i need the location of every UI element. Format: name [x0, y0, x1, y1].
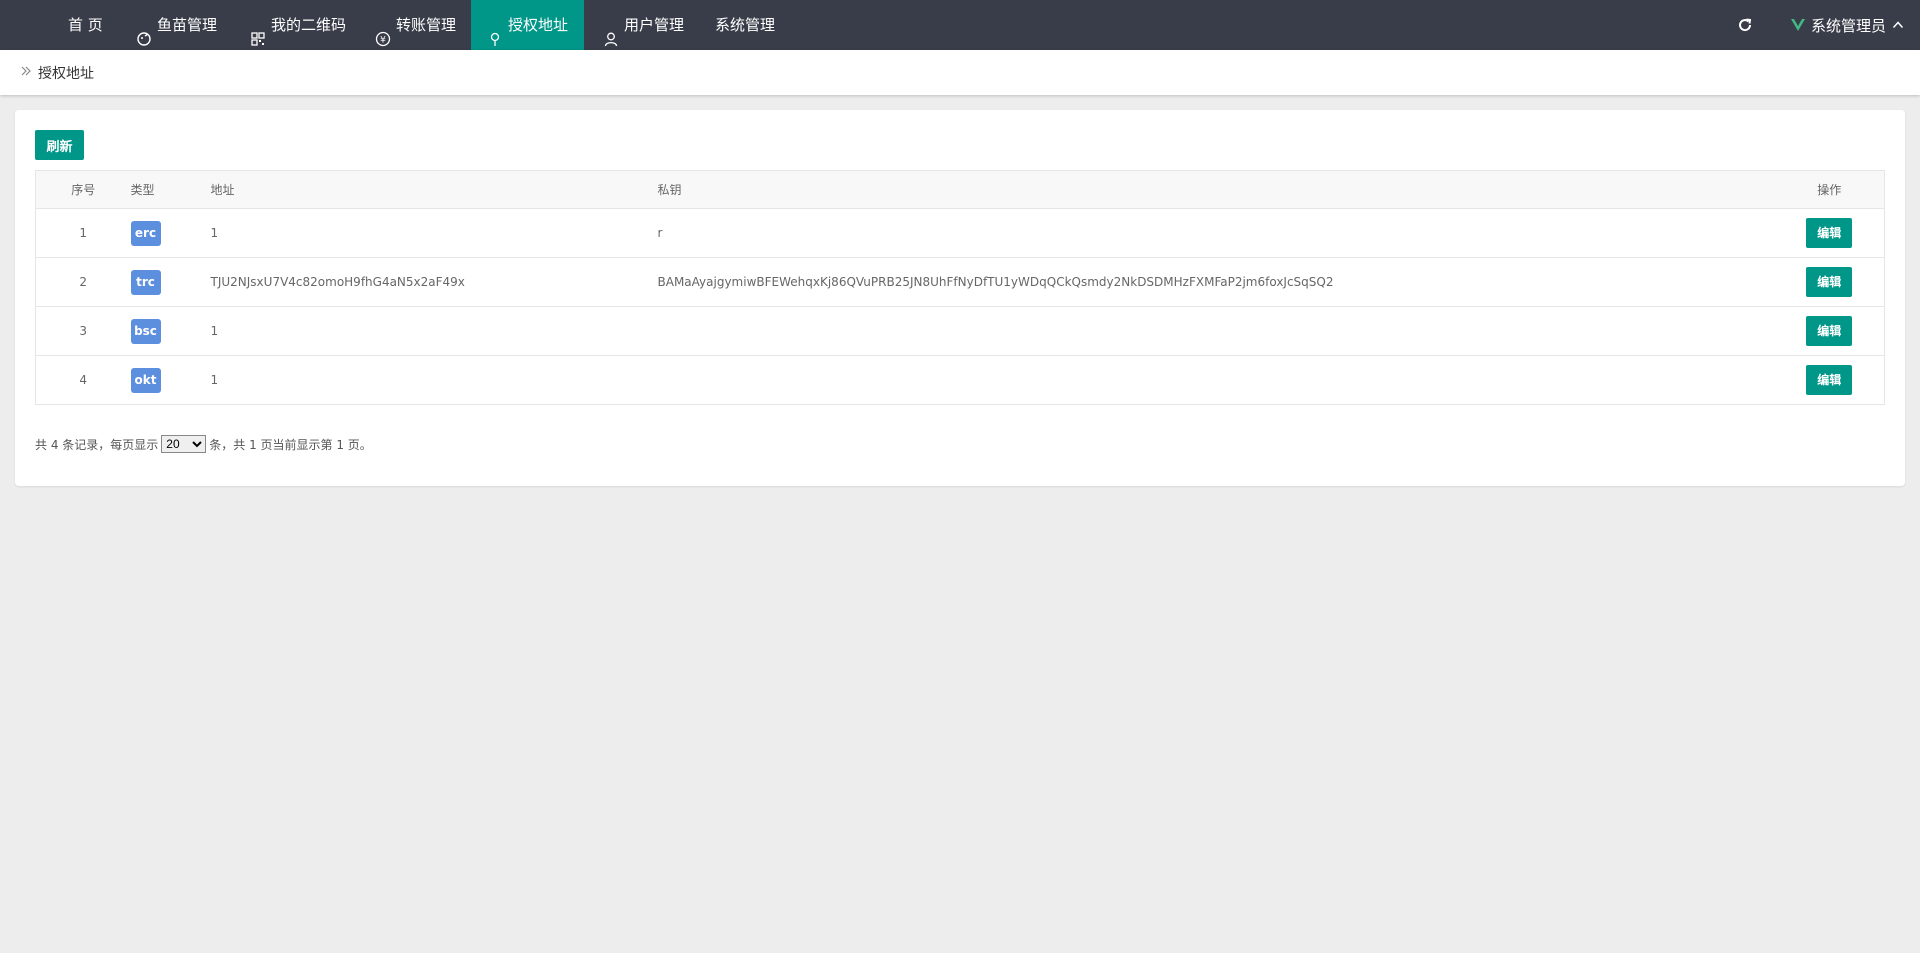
- page-size-select[interactable]: 20: [161, 435, 207, 453]
- refresh-icon[interactable]: [1737, 0, 1753, 50]
- type-badge: erc: [130, 220, 161, 246]
- table-row: 4 okt 1 编辑: [35, 355, 1885, 405]
- nav-item-system[interactable]: 系统管理: [715, 0, 775, 50]
- table-row: 3 bsc 1 编辑: [35, 306, 1885, 356]
- cell-idx: 1: [35, 208, 131, 258]
- location-pin-icon: [487, 17, 503, 46]
- vue-logo-icon: [1790, 17, 1806, 33]
- cell-private-key: r: [657, 208, 1775, 258]
- nav-item-auth-address[interactable]: 授权地址: [471, 0, 584, 50]
- nav-item-label: 首 页: [68, 16, 103, 34]
- cell-operation: 编辑: [1774, 355, 1885, 405]
- cell-idx: 4: [35, 355, 131, 405]
- fish-icon: [136, 17, 152, 46]
- svg-text:¥: ¥: [380, 36, 386, 46]
- chevron-up-icon: [1892, 19, 1904, 31]
- cell-type: okt: [130, 355, 211, 405]
- auth-address-table: 序号 类型 地址 私钥 操作 1 erc 1 r 编辑 2 trc TJU2NJ…: [35, 170, 1885, 405]
- user-icon: [603, 17, 619, 47]
- cell-address: 1: [210, 208, 658, 258]
- nav-item-label: 鱼苗管理: [157, 16, 218, 34]
- table-row: 2 trc TJU2NJsxU7V4c82omoH9fhG4aN5x2aF49x…: [35, 257, 1885, 307]
- breadcrumb: 授权地址: [0, 50, 1920, 95]
- nav-item-label: 授权地址: [507, 16, 568, 34]
- type-badge: trc: [130, 269, 161, 295]
- nav-item-label: 用户管理: [624, 16, 685, 34]
- top-nav-bar: 首 页 鱼苗管理 我的二维码 ¥ 转账管理 授权地址 用户管理 系统管理 系统管…: [0, 0, 1920, 50]
- type-badge: bsc: [130, 318, 161, 344]
- header-private-key: 私钥: [657, 170, 1775, 209]
- edit-button[interactable]: 编辑: [1806, 218, 1853, 248]
- nav-item-label: 我的二维码: [271, 16, 347, 34]
- header-address: 地址: [210, 170, 658, 209]
- cell-private-key: [657, 355, 1775, 405]
- edit-button[interactable]: 编辑: [1806, 365, 1853, 395]
- pagination: 共 4 条记录，每页显示 20 条，共 1 页当前显示第 1 页。: [35, 435, 372, 453]
- cell-idx: 3: [35, 306, 131, 356]
- nav-item-label: 转账管理: [396, 16, 457, 34]
- table-header-row: 序号 类型 地址 私钥 操作: [35, 170, 1885, 209]
- cell-address: 1: [210, 306, 658, 356]
- qrcode-icon: [250, 17, 266, 46]
- header-idx: 序号: [35, 170, 131, 209]
- nav-item-qrcode[interactable]: 我的二维码: [250, 0, 346, 50]
- cell-idx: 2: [35, 257, 131, 307]
- type-badge: okt: [130, 367, 161, 393]
- nav-item-home[interactable]: 首 页: [68, 0, 103, 50]
- double-chevron-right-icon: [20, 65, 32, 81]
- edit-button[interactable]: 编辑: [1806, 267, 1853, 297]
- user-menu[interactable]: 系统管理员: [1790, 0, 1904, 50]
- cell-operation: 编辑: [1774, 306, 1885, 356]
- pager-suffix: 条，共 1 页当前显示第 1 页。: [209, 437, 372, 452]
- cell-operation: 编辑: [1774, 208, 1885, 258]
- header-operation: 操作: [1774, 170, 1885, 209]
- nav-item-transfer[interactable]: ¥ 转账管理: [375, 0, 456, 50]
- nav-item-fish[interactable]: 鱼苗管理: [136, 0, 217, 50]
- header-type: 类型: [130, 170, 211, 209]
- edit-button[interactable]: 编辑: [1806, 316, 1853, 346]
- cell-type: erc: [130, 208, 211, 258]
- nav-item-users[interactable]: 用户管理: [603, 0, 684, 50]
- yen-icon: ¥: [375, 17, 391, 47]
- cell-operation: 编辑: [1774, 257, 1885, 307]
- nav-item-label: 系统管理: [715, 16, 776, 34]
- table-row: 1 erc 1 r 编辑: [35, 208, 1885, 258]
- cell-address: 1: [210, 355, 658, 405]
- breadcrumb-current[interactable]: 授权地址: [38, 63, 94, 83]
- cell-address: TJU2NJsxU7V4c82omoH9fhG4aN5x2aF49x: [210, 257, 658, 307]
- refresh-button[interactable]: 刷新: [35, 130, 84, 160]
- cell-type: bsc: [130, 306, 211, 356]
- user-name: 系统管理员: [1811, 16, 1887, 35]
- cell-private-key: BAMaAyajgymiwBFEWehqxKj86QVuPRB25JN8UhFf…: [657, 257, 1775, 307]
- cell-private-key: [657, 306, 1775, 356]
- cell-type: trc: [130, 257, 211, 307]
- pager-prefix: 共 4 条记录，每页显示: [35, 437, 159, 452]
- content-card: 刷新 序号 类型 地址 私钥 操作 1 erc 1 r 编辑 2 trc TJU…: [15, 110, 1905, 486]
